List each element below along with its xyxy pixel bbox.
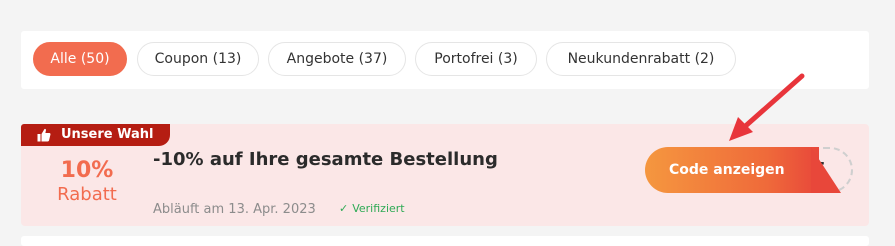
coupon-title[interactable]: -10% auf Ihre gesamte Bestellung: [153, 149, 498, 170]
our-choice-badge: Unsere Wahl: [21, 124, 170, 146]
verified-status: ✓ Verifiziert: [339, 202, 405, 215]
filter-chip-portofrei[interactable]: Portofrei (3): [415, 42, 537, 76]
show-code-button[interactable]: Code anzeigen: [645, 147, 819, 193]
expiry-date: Abläuft am 13. Apr. 2023: [153, 202, 316, 217]
annotation-arrow-icon: [729, 73, 805, 141]
badge-label: Unsere Wahl: [61, 127, 154, 142]
filter-chip-neukundenrabatt[interactable]: Neukundenrabatt (2): [546, 42, 736, 76]
filter-chip-coupon[interactable]: Coupon (13): [137, 42, 259, 76]
thumbs-up-icon: [37, 128, 51, 142]
filter-chip-alle[interactable]: Alle (50): [33, 42, 127, 76]
verified-label: Verifiziert: [352, 202, 405, 215]
next-coupon-card: [21, 236, 869, 246]
filter-chip-angebote[interactable]: Angebote (37): [268, 42, 406, 76]
check-icon: ✓: [339, 202, 349, 215]
discount-block: 10% Rabatt: [49, 158, 125, 206]
discount-label: Rabatt: [57, 184, 117, 205]
discount-value: 10%: [60, 158, 114, 183]
